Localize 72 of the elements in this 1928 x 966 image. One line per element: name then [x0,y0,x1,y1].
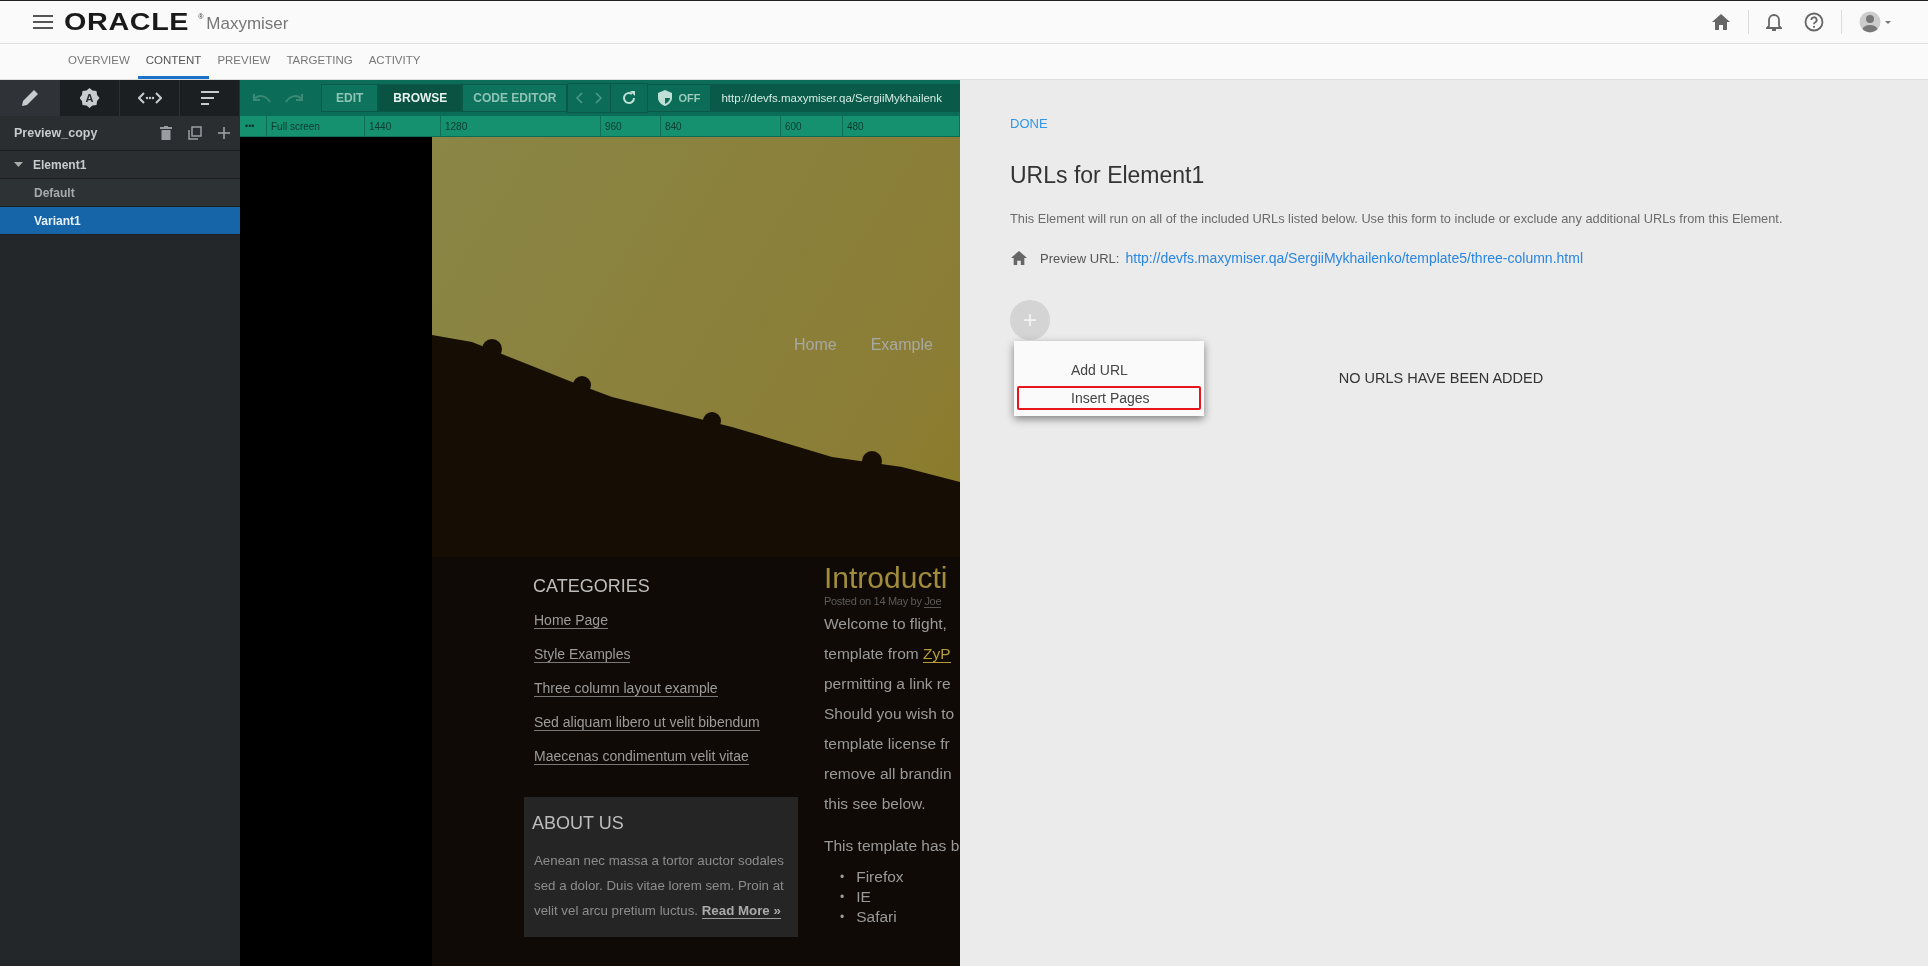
help-icon[interactable] [1804,12,1824,32]
more-button[interactable]: ••• [240,116,267,136]
read-more-link[interactable]: Read More » [701,903,781,919]
bullet-mark: • [840,909,845,926]
category-link[interactable]: Style Examples [534,646,631,663]
mode-tab[interactable]: CODE EDITOR [462,84,568,112]
nav-tab[interactable]: TARGETING [278,44,361,79]
bullet-mark: • [840,889,845,906]
bullet-mark: • [840,869,845,886]
caret-icon[interactable] [14,160,23,169]
article-paragraph: Welcome to flight, template from ZyP permitting a link re Should you wish to template license fr remove all brandin this see below. [824,614,956,814]
category-link[interactable]: Three column layout example [534,680,718,697]
shield-icon [658,90,673,106]
menu-item[interactable]: Insert Pages [1017,386,1201,410]
article-paragraph: This template has b [824,836,960,856]
sidebar-tab[interactable] [180,80,240,116]
proxy-toggle[interactable]: OFF [648,84,712,112]
pencil-icon [19,88,40,108]
article-title: Introducti [824,561,949,595]
code-icon [137,91,162,105]
duplicate-icon[interactable] [188,126,202,140]
author-link[interactable]: Joe [924,595,942,608]
breakpoint-tab[interactable]: 1280 [441,116,601,136]
avatar-icon[interactable] [1859,11,1893,33]
bell-icon[interactable] [1766,12,1782,32]
tree-item[interactable]: Element1 [0,151,240,179]
empty-state-text: NO URLS HAVE BEEN ADDED [1337,370,1545,386]
panel-description: This Element will run on all of the included URLs listed below. Use this form to include or exclude any additional URLs from this Element. [1010,211,1784,226]
category-link[interactable]: Maecenas condimentum velit vitae [534,748,749,765]
breakpoint-tab[interactable]: 960 [601,116,661,136]
panel-title: URLs for Element1 [1010,162,1206,189]
tree-item[interactable]: Variant1 [0,207,240,235]
logo: ORACLE [64,8,190,36]
mode-tab[interactable]: BROWSE [378,84,463,112]
sidebar-tab[interactable]: A [60,80,120,116]
add-icon[interactable] [218,127,230,139]
nav-tab[interactable]: PREVIEW [209,44,279,79]
breakpoint-tab[interactable]: 840 [661,116,781,136]
preview-url-label: Preview URL: [1040,250,1120,266]
category-link[interactable]: Home Page [534,612,608,629]
url-field[interactable]: http://devfs.maxymiser.qa/SergiiMykhailenk [711,84,960,112]
breakpoint-tab[interactable]: Full screen [267,116,365,136]
badge-icon: A [79,88,100,108]
about-text: Aenean nec massa a tortor auctor sodales sed a dolor. Duis vitae lorem sem. Proin at velit vel arcu pretium luctus. Read More » [534,852,785,921]
breakpoint-tab[interactable]: 600 [781,116,843,136]
browser-list-item: Safari [856,907,897,927]
sort-icon [200,91,219,105]
variation-name: Preview_copy [14,126,99,140]
nav-tab[interactable]: ACTIVITY [360,44,429,79]
article-byline: Posted on 14 May by Joe [824,595,943,607]
browser-list-item: IE [856,887,871,907]
tree-item[interactable]: Default [0,179,240,207]
about-heading: ABOUT US [532,813,625,834]
sidebar-tab[interactable] [120,80,180,116]
preview-url-link[interactable]: http://devfs.maxymiser.qa/SergiiMykhailenko/template5/three-column.html [1125,250,1583,266]
trash-icon[interactable] [160,126,172,140]
element-label: Element1 [33,157,87,172]
browser-list-item: Firefox [856,867,904,887]
done-link[interactable]: DONE [1010,116,1048,131]
menu-icon[interactable] [33,14,53,30]
home-icon[interactable] [1711,13,1731,31]
home-icon [1010,250,1028,266]
categories-heading: CATEGORIES [533,576,651,597]
sidebar-tab[interactable] [0,80,60,116]
category-link[interactable]: Sed aliquam libero ut velit bibendum [534,714,760,731]
menu-item[interactable]: Add URL [1017,358,1201,382]
refresh-icon[interactable] [621,90,638,106]
mode-tab[interactable]: EDIT [321,84,379,112]
nav-tab[interactable]: OVERVIEW [60,44,138,79]
template-link[interactable]: ZyP [923,645,951,663]
product-name: Maxymiser [206,14,289,34]
breakpoint-tab[interactable]: 1440 [365,116,441,136]
